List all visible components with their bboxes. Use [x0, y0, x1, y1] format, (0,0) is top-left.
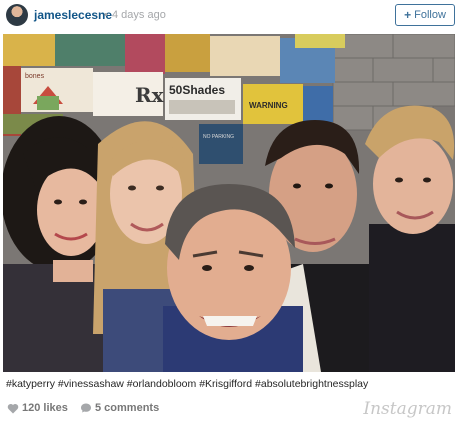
- comments-count[interactable]: 5 comments: [95, 402, 159, 414]
- post-header: jameslecesne • 4 days ago + Follow: [0, 0, 458, 34]
- instagram-embed-card: jameslecesne • 4 days ago + Follow Rx bo…: [0, 0, 458, 426]
- sign-50shades: 50Shades: [169, 83, 225, 97]
- sign-rx: Rx: [135, 83, 165, 107]
- post-photo[interactable]: Rx bones 50Shades WARNING NO PARKING: [3, 34, 455, 372]
- comment-bubble-icon[interactable]: [80, 402, 92, 414]
- follow-button[interactable]: + Follow: [395, 4, 455, 26]
- selfie-image: Rx bones 50Shades WARNING NO PARKING: [3, 34, 455, 372]
- post-caption[interactable]: #katyperry #vinessashaw #orlandobloom #K…: [6, 378, 454, 390]
- instagram-logo[interactable]: Instagram: [363, 399, 452, 419]
- separator-dot: •: [104, 9, 108, 21]
- heart-icon[interactable]: [7, 403, 19, 414]
- plus-icon: +: [404, 8, 412, 22]
- post-timestamp[interactable]: 4 days ago: [112, 9, 166, 21]
- avatar[interactable]: [6, 4, 28, 26]
- post-footer: 120 likes 5 comments Instagram: [0, 396, 458, 424]
- follow-label: Follow: [414, 9, 446, 21]
- sign-bones: bones: [25, 73, 45, 80]
- sign-no-parking: NO PARKING: [203, 134, 234, 140]
- likes-count[interactable]: 120 likes: [22, 402, 68, 414]
- username-link[interactable]: jameslecesne: [34, 8, 112, 22]
- sign-warning: WARNING: [249, 101, 288, 110]
